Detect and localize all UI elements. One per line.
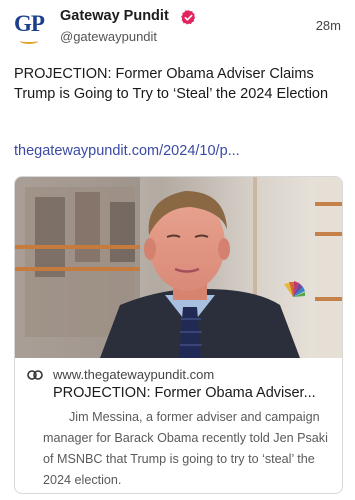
post-text: PROJECTION: Former Obama Adviser Claims … bbox=[14, 66, 329, 102]
card-title[interactable]: PROJECTION: Former Obama Adviser... bbox=[53, 385, 333, 401]
card-domain: www.thegatewaypundit.com bbox=[53, 367, 215, 382]
post-timestamp[interactable]: 28m bbox=[316, 18, 341, 33]
verified-badge-icon bbox=[181, 10, 196, 25]
avatar-swoosh bbox=[20, 38, 38, 44]
account-handle[interactable]: @gatewaypundit bbox=[60, 29, 157, 44]
card-info[interactable]: www.thegatewaypundit.com PROJECTION: For… bbox=[15, 358, 342, 493]
link-preview-card[interactable]: www.thegatewaypundit.com PROJECTION: For… bbox=[14, 176, 343, 494]
link-icon bbox=[27, 370, 43, 380]
post-link[interactable]: thegatewaypundit.com/2024/10/p... bbox=[14, 143, 240, 159]
avatar[interactable]: GP bbox=[14, 9, 50, 45]
social-post: GP Gateway Pundit @gatewaypundit 28m PRO… bbox=[0, 0, 355, 500]
card-description: Jim Messina, a former adviser and campai… bbox=[43, 410, 328, 487]
avatar-logo-text: GP bbox=[14, 11, 45, 36]
article-thumbnail[interactable] bbox=[15, 177, 342, 358]
account-name[interactable]: Gateway Pundit bbox=[60, 8, 169, 24]
thumbnail-image bbox=[15, 177, 342, 358]
